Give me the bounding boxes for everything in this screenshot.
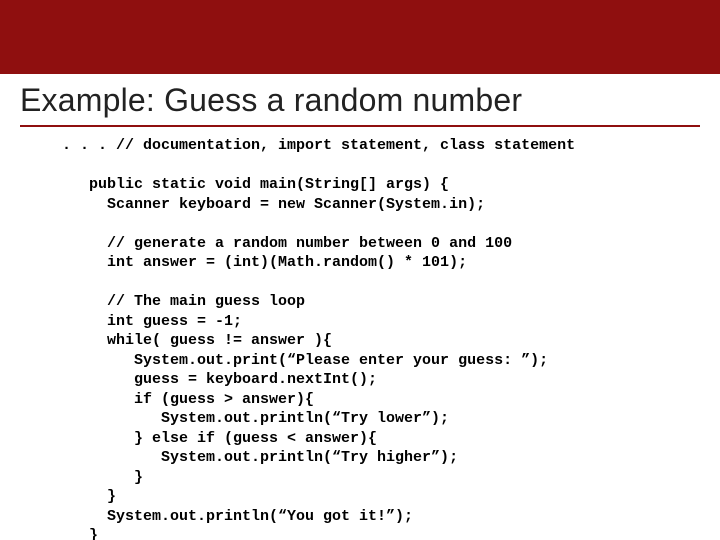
header-band: [0, 0, 720, 74]
code-example: . . . // documentation, import statement…: [62, 136, 696, 540]
slide: Example: Guess a random number . . . // …: [0, 0, 720, 540]
slide-title: Example: Guess a random number: [20, 82, 700, 127]
